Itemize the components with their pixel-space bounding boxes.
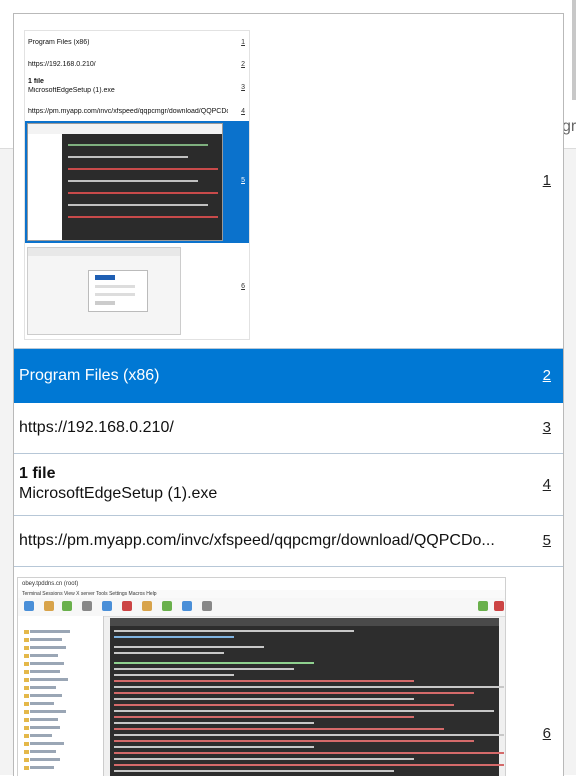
preview-row: https://192.168.0.210/ 2 — [25, 53, 249, 75]
item-image-screenshot: obey.tpddns.cn (root) Terminal Sessions … — [17, 577, 506, 776]
clipboard-history-panel: Program Files (x86) 1 https://192.168.0.… — [13, 13, 564, 776]
item-image-preview: Program Files (x86) 1 https://192.168.0.… — [24, 30, 250, 340]
item-number: 4 — [542, 476, 551, 493]
item-title: 1 file — [19, 465, 56, 482]
screenshot-toolbar — [18, 598, 505, 617]
item-number: 5 — [542, 532, 551, 549]
item-number: 2 — [542, 367, 551, 384]
item-text: Program Files (x86) — [19, 367, 160, 384]
item-number: 6 — [542, 725, 551, 742]
item-number: 1 — [542, 172, 551, 189]
clipboard-item-2[interactable]: Program Files (x86) 2 — [14, 349, 563, 403]
screenshot-sidebar — [18, 616, 104, 776]
background-scrollbar[interactable] — [572, 0, 576, 100]
preview-row: Program Files (x86) 1 — [25, 31, 249, 54]
preview-row: https://pm.myapp.com/invc/xfspeed/qqpcmg… — [25, 101, 249, 122]
clipboard-item-6[interactable]: obey.tpddns.cn (root) Terminal Sessions … — [14, 567, 563, 776]
screenshot-window-title: obey.tpddns.cn (root) — [18, 578, 505, 590]
screenshot-terminal — [110, 618, 504, 776]
preview-row-screenshot: 6 — [25, 243, 249, 339]
preview-row-screenshot: 5 — [25, 121, 249, 244]
item-number: 3 — [542, 419, 551, 436]
clipboard-item-5[interactable]: https://pm.myapp.com/invc/xfspeed/qqpcmg… — [14, 516, 563, 567]
item-text: MicrosoftEdgeSetup (1).exe — [19, 485, 218, 502]
background-peek-text: gr — [562, 118, 576, 135]
clipboard-item-4[interactable]: 1 file MicrosoftEdgeSetup (1).exe 4 — [14, 454, 563, 516]
item-text: https://192.168.0.210/ — [19, 419, 174, 436]
clipboard-item-1[interactable]: Program Files (x86) 1 https://192.168.0.… — [14, 14, 563, 349]
clipboard-item-3[interactable]: https://192.168.0.210/ 3 — [14, 403, 563, 454]
preview-row: 1 file MicrosoftEdgeSetup (1).exe 3 — [25, 74, 249, 102]
item-text: https://pm.myapp.com/invc/xfspeed/qqpcmg… — [19, 532, 495, 549]
screenshot-menu: Terminal Sessions View X server Tools Se… — [18, 590, 505, 598]
